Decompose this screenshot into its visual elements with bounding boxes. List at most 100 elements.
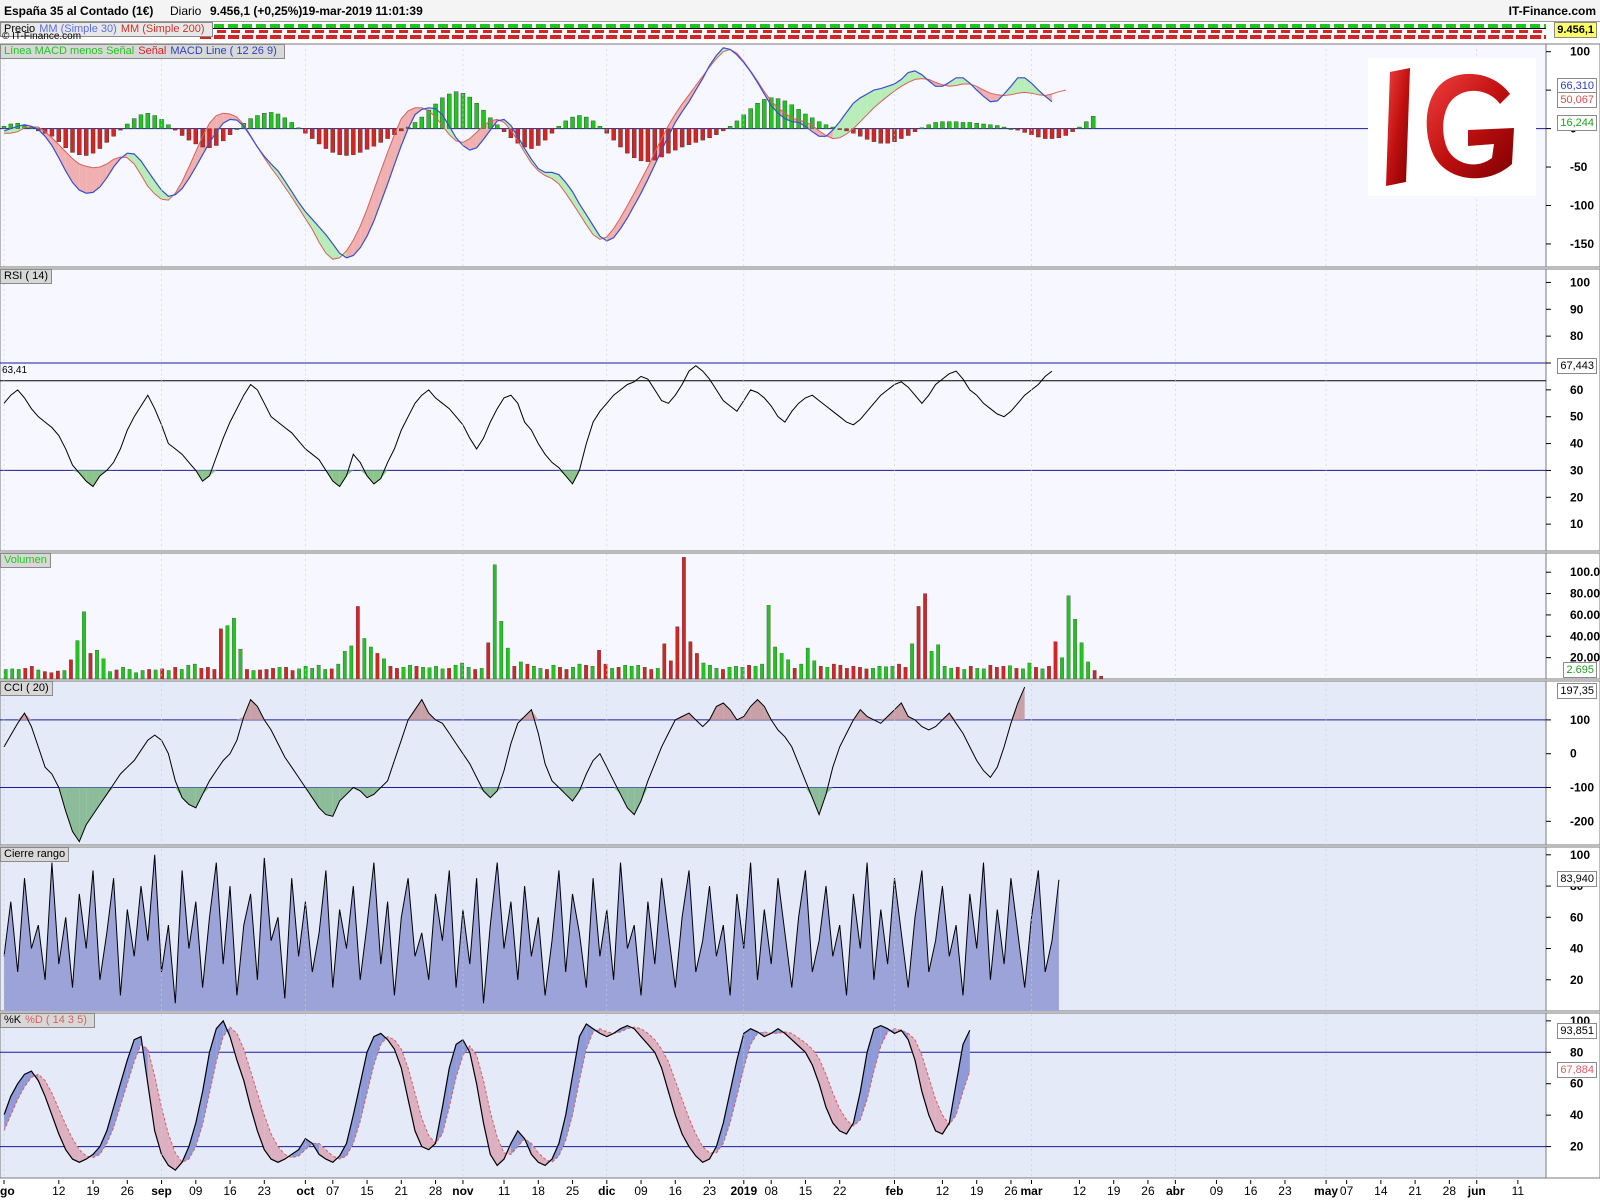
volume-bar xyxy=(36,669,41,680)
rsi-value: 67,443 xyxy=(1557,358,1597,374)
macd-histogram-bar xyxy=(686,128,692,145)
volume-bar xyxy=(88,653,93,680)
cci-tick-label: -200 xyxy=(1570,814,1594,828)
volume-bar xyxy=(721,669,725,680)
macd-histogram-bar xyxy=(282,117,288,129)
volume-bar xyxy=(232,617,236,680)
macd-histogram-bar xyxy=(1090,116,1096,129)
rsi-tick-label: 60 xyxy=(1570,383,1584,397)
volume-bar xyxy=(688,641,693,680)
volume-bar xyxy=(355,606,360,680)
volume-tick-label: 100.000 xyxy=(1570,565,1600,579)
volume-bar xyxy=(56,670,60,680)
volume-bar xyxy=(851,666,856,680)
macd-tick-label: 100 xyxy=(1570,45,1590,59)
x-tick-label: 15 xyxy=(360,1184,374,1198)
rsi-tick-label: 50 xyxy=(1570,410,1584,424)
volume-bar xyxy=(1073,619,1077,680)
volume-bar xyxy=(760,663,764,680)
macd-histogram-bar xyxy=(1,126,7,129)
x-tick-label: oct xyxy=(296,1184,314,1198)
volume-tick-label: 40.000 xyxy=(1570,629,1600,643)
cci-tick-label: -100 xyxy=(1570,781,1594,795)
volume-bar xyxy=(1021,668,1025,680)
macd-histogram-bar xyxy=(1036,128,1041,138)
volume-bar xyxy=(101,658,106,680)
volume-bar xyxy=(942,666,947,680)
closerange-tick-label: 60 xyxy=(1570,910,1584,924)
x-tick-label: 15 xyxy=(799,1184,813,1198)
volume-bar xyxy=(558,667,562,680)
macd-histogram-bar xyxy=(549,128,555,134)
x-tick-label: 23 xyxy=(258,1184,272,1198)
macd-histogram-bar xyxy=(960,122,966,129)
macd-histogram-bar xyxy=(200,128,205,148)
macd-histogram-bar xyxy=(138,114,144,129)
panel-bg-macd xyxy=(0,43,1547,268)
macd-histogram-bar xyxy=(1056,128,1062,139)
macd-histogram-bar xyxy=(590,120,596,129)
macd-histogram-bar xyxy=(70,128,75,153)
volume-bar xyxy=(1001,666,1006,680)
macd-histogram-bar xyxy=(673,128,678,151)
macd-histogram-bar xyxy=(885,128,890,144)
volume-bar xyxy=(140,670,145,680)
volume-bar xyxy=(590,666,595,680)
macd-signal-band xyxy=(1017,77,1025,94)
macd-histogram-bar xyxy=(179,128,185,136)
rsi-tick-label: 40 xyxy=(1570,437,1584,451)
macd-histogram-bar xyxy=(981,123,986,129)
x-tick-label: 14 xyxy=(1374,1184,1388,1198)
volume-bar xyxy=(108,671,112,680)
macd-histogram-bar xyxy=(97,128,103,149)
macd-histogram-bar xyxy=(906,128,911,136)
volume-bar xyxy=(551,664,556,680)
stoch-tick-label: 40 xyxy=(1570,1108,1584,1122)
x-tick-label: 16 xyxy=(1244,1184,1258,1198)
macd-histogram-bar xyxy=(351,128,356,155)
macd-histogram-bar xyxy=(762,99,767,129)
volume-bar xyxy=(799,663,804,680)
volume-bar xyxy=(1053,641,1058,680)
volume-bar xyxy=(545,669,549,680)
macd-histogram-bar xyxy=(714,128,719,135)
macd-histogram-bar xyxy=(522,128,527,148)
volume-bar xyxy=(994,667,999,680)
x-tick-label: abr xyxy=(1166,1184,1185,1198)
volume-bar xyxy=(1008,665,1012,680)
volume-bar xyxy=(1060,657,1064,680)
volume-bar xyxy=(936,644,941,680)
volume-bar xyxy=(212,669,217,680)
volume-bar xyxy=(3,669,8,680)
macd-histogram-bar xyxy=(186,128,192,141)
volume-bar xyxy=(460,662,464,680)
macd-histogram-bar xyxy=(495,124,500,129)
rsi-legend: RSI ( 14) xyxy=(0,269,53,284)
stoch-legend-d: %D ( 14 3 5) xyxy=(25,1014,87,1026)
volume-bar xyxy=(192,663,197,680)
macd-histogram-bar xyxy=(118,128,123,131)
cci-tick-label: 0 xyxy=(1570,747,1577,761)
volume-bar xyxy=(903,667,908,680)
volume-bar xyxy=(662,643,667,680)
volume-bar xyxy=(623,664,628,680)
macd-histogram-bar xyxy=(262,113,267,129)
macd-histogram-bar xyxy=(453,91,459,129)
x-tick-label: 28 xyxy=(1443,1184,1457,1198)
volume-bar xyxy=(1092,670,1097,680)
indicator-chart[interactable]: 100500-50-100-15010090807060504030201010… xyxy=(0,0,1600,1180)
x-tick-label: 12 xyxy=(936,1184,950,1198)
volume-bar xyxy=(303,666,308,680)
macd-histogram-bar xyxy=(255,115,260,129)
cci-tick-label: 100 xyxy=(1570,713,1590,727)
volume-bar xyxy=(525,663,530,680)
x-tick-label: feb xyxy=(886,1184,904,1198)
stoch-k-value: 93,851 xyxy=(1557,1023,1597,1039)
volume-bar xyxy=(1047,666,1051,680)
macd-histogram-bar xyxy=(529,128,534,149)
volume-bar xyxy=(401,667,406,680)
macd-histogram-bar xyxy=(700,128,705,141)
macd-legend-line: MACD Line ( 12 26 9) xyxy=(170,45,277,57)
cci-oversold-fill xyxy=(325,787,333,817)
stoch-tick-label: 20 xyxy=(1570,1140,1584,1154)
